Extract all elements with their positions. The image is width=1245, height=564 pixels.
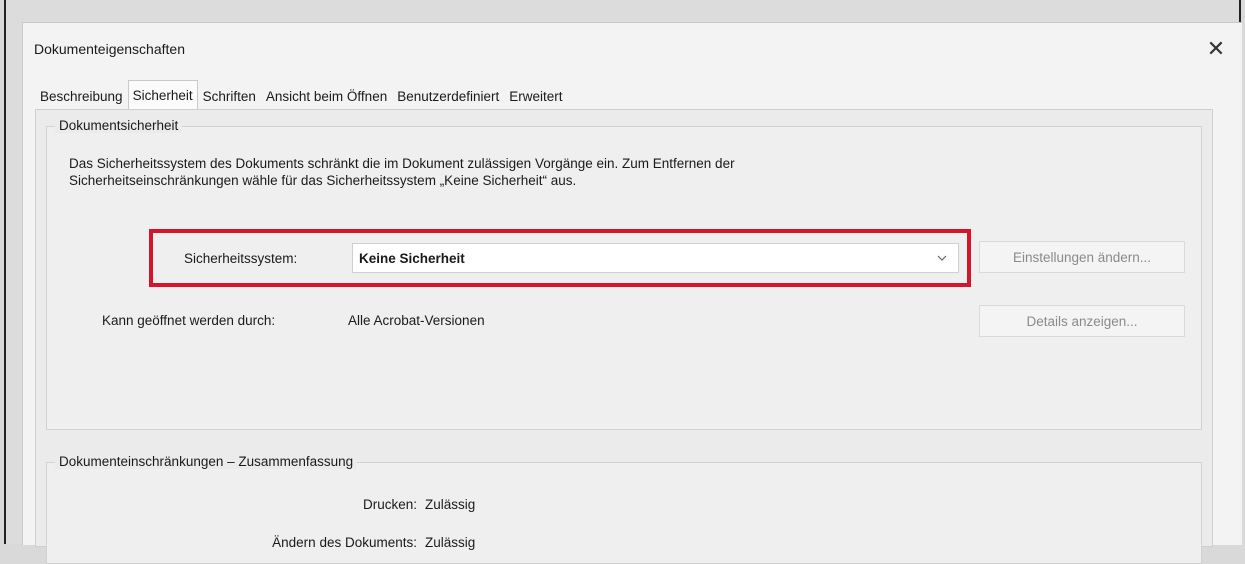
tab-benutzerdefiniert[interactable]: Benutzerdefiniert — [392, 83, 504, 109]
document-security-legend: Dokumentsicherheit — [55, 118, 183, 133]
restriction-value-print: Zulässig — [425, 497, 476, 512]
security-system-dropdown[interactable]: Keine Sicherheit — [352, 243, 959, 273]
restriction-label-print: Drucken: — [362, 497, 417, 512]
restriction-value-modify: Zulässig — [425, 535, 476, 550]
close-button[interactable]: ✕ — [1201, 35, 1231, 63]
tab-erweitert[interactable]: Erweitert — [504, 83, 567, 109]
show-details-button[interactable]: Details anzeigen... — [979, 305, 1185, 337]
dialog-title: Dokumenteigenschaften — [34, 41, 185, 57]
tab-schriften[interactable]: Schriften — [198, 83, 261, 109]
restriction-label-modify: Ändern des Dokuments: — [272, 535, 417, 550]
tab-sicherheit[interactable]: Sicherheit — [127, 80, 198, 109]
document-properties-dialog: Dokumenteigenschaften ✕ Beschreibung Sic… — [22, 22, 1242, 564]
restrictions-summary-group: Dokumenteinschränkungen – Zusammenfassun… — [46, 454, 1202, 564]
tab-bar: Beschreibung Sicherheit Schriften Ansich… — [35, 80, 568, 109]
security-tab-panel: Dokumentsicherheit Das Sicherheitssystem… — [35, 109, 1213, 564]
security-description: Das Sicherheitssystem des Dokuments schr… — [69, 156, 735, 188]
can-be-opened-value: Alle Acrobat-Versionen — [348, 313, 485, 328]
restrictions-summary-legend: Dokumenteinschränkungen – Zusammenfassun… — [55, 454, 358, 469]
can-be-opened-label: Kann geöffnet werden durch: — [102, 313, 276, 328]
chevron-down-icon — [937, 255, 947, 261]
change-settings-button[interactable]: Einstellungen ändern... — [979, 241, 1185, 273]
tab-ansicht-beim-oeffnen[interactable]: Ansicht beim Öffnen — [261, 83, 392, 109]
tab-beschreibung[interactable]: Beschreibung — [35, 83, 128, 109]
security-system-label: Sicherheitssystem: — [184, 251, 298, 266]
security-system-value: Keine Sicherheit — [359, 251, 465, 266]
document-security-group: Dokumentsicherheit Das Sicherheitssystem… — [46, 118, 1202, 430]
close-icon: ✕ — [1206, 36, 1226, 61]
